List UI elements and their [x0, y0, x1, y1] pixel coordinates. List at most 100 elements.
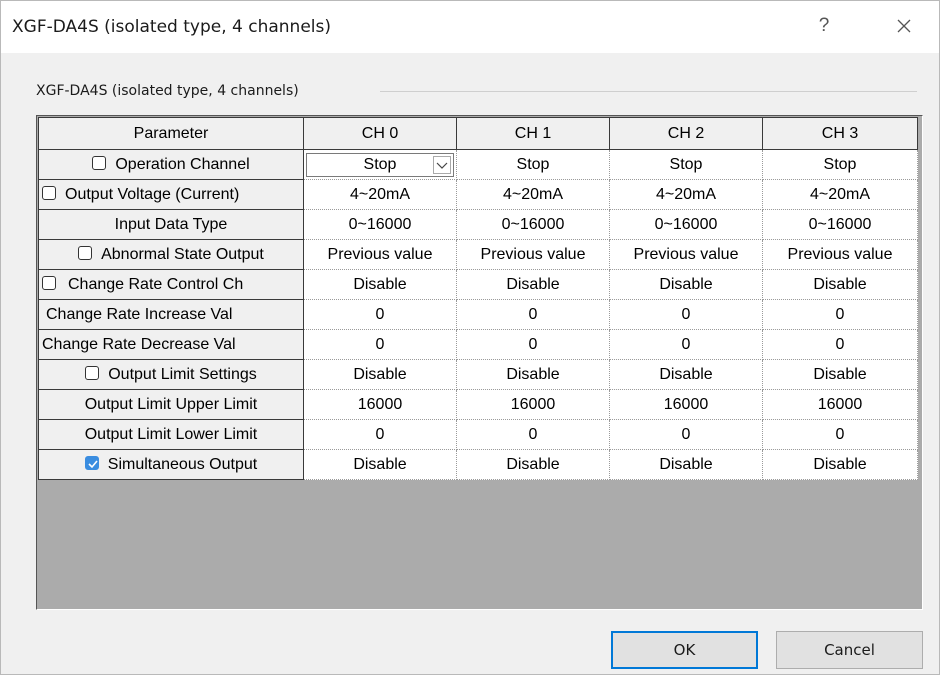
cell-ch3[interactable]: 0	[762, 329, 918, 360]
cell-ch1[interactable]: Previous value	[456, 239, 610, 270]
row-label: Operation Channel	[115, 155, 250, 173]
close-icon	[897, 19, 911, 33]
table-row: Change Rate Decrease Val 0 0 0 0	[38, 329, 918, 360]
table-row: Abnormal State Output Previous value Pre…	[38, 239, 918, 270]
cell-ch0[interactable]: Disable	[303, 359, 457, 390]
table-row: Input Data Type 0~16000 0~16000 0~16000 …	[38, 209, 918, 240]
window-title: XGF-DA4S (isolated type, 4 channels)	[12, 17, 331, 37]
operation-channel-checkbox[interactable]	[92, 156, 107, 171]
cell-ch2[interactable]: 0~16000	[609, 209, 763, 240]
table-row: Output Voltage (Current) 4~20mA 4~20mA 4…	[38, 179, 918, 210]
cell-ch1[interactable]: 0	[456, 299, 610, 330]
dropdown-value: Stop	[363, 155, 397, 173]
row-header-operation-channel[interactable]: Operation Channel	[38, 149, 304, 180]
cell-ch2[interactable]: Disable	[609, 359, 763, 390]
cell-ch0[interactable]: 4~20mA	[303, 179, 457, 210]
row-header-change-rate-increase: Change Rate Increase Val	[38, 299, 304, 330]
cell-ch2[interactable]: Disable	[609, 449, 763, 480]
cell-ch2[interactable]: 16000	[609, 389, 763, 420]
cell-ch3[interactable]: Disable	[762, 269, 918, 300]
cell-ch2[interactable]: 0	[609, 329, 763, 360]
cell-ch2[interactable]: 4~20mA	[609, 179, 763, 210]
cell-ch3[interactable]: 0	[762, 299, 918, 330]
dialog-window: XGF-DA4S (isolated type, 4 channels) ? X…	[0, 0, 940, 675]
parameter-grid: Parameter CH 0 CH 1 CH 2 CH 3 Operation …	[38, 117, 918, 480]
cell-ch3[interactable]: Disable	[762, 359, 918, 390]
group-box-label: XGF-DA4S (isolated type, 4 channels)	[36, 83, 299, 99]
cell-ch0[interactable]: Disable	[303, 269, 457, 300]
column-header-ch3: CH 3	[762, 117, 918, 150]
cell-ch0[interactable]: 0	[303, 299, 457, 330]
cell-ch3[interactable]: Stop	[762, 149, 918, 180]
cell-ch3[interactable]: 0~16000	[762, 209, 918, 240]
cell-ch0[interactable]: 0	[303, 419, 457, 450]
operation-channel-ch0-dropdown[interactable]: Stop	[306, 152, 454, 177]
cell-ch0[interactable]: 16000	[303, 389, 457, 420]
abnormal-state-output-checkbox[interactable]	[78, 246, 93, 261]
cell-ch1[interactable]: 16000	[456, 389, 610, 420]
cell-ch2[interactable]: Previous value	[609, 239, 763, 270]
row-header-change-rate-control[interactable]: Change Rate Control Ch	[38, 269, 304, 300]
group-box-divider	[380, 91, 917, 92]
cell-ch0[interactable]: 0~16000	[303, 209, 457, 240]
cell-ch1[interactable]: Disable	[456, 269, 610, 300]
row-header-input-data-type: Input Data Type	[38, 209, 304, 240]
title-bar: XGF-DA4S (isolated type, 4 channels) ?	[1, 1, 939, 53]
row-header-output-limit-upper: Output Limit Upper Limit	[38, 389, 304, 420]
column-header-parameter: Parameter	[38, 117, 304, 150]
table-row: Change Rate Control Ch Disable Disable D…	[38, 269, 918, 300]
cell-ch2[interactable]: Stop	[609, 149, 763, 180]
column-header-ch1: CH 1	[456, 117, 610, 150]
row-header-output-voltage[interactable]: Output Voltage (Current)	[38, 179, 304, 210]
table-row: Output Limit Settings Disable Disable Di…	[38, 359, 918, 390]
row-label: Output Voltage (Current)	[65, 185, 240, 203]
row-header-abnormal-state-output[interactable]: Abnormal State Output	[38, 239, 304, 270]
cancel-button[interactable]: Cancel	[776, 631, 923, 669]
column-header-ch2: CH 2	[609, 117, 763, 150]
table-row: Output Limit Lower Limit 0 0 0 0	[38, 419, 918, 450]
row-label: Output Limit Settings	[108, 365, 257, 383]
checkmark-icon	[88, 460, 98, 469]
table-row: Simultaneous Output Disable Disable Disa…	[38, 449, 918, 480]
cell-ch2[interactable]: 0	[609, 299, 763, 330]
cell-ch1[interactable]: 0	[456, 329, 610, 360]
cell-ch0[interactable]: Disable	[303, 449, 457, 480]
row-header-output-limit-lower: Output Limit Lower Limit	[38, 419, 304, 450]
cell-ch1[interactable]: 0~16000	[456, 209, 610, 240]
output-limit-settings-checkbox[interactable]	[85, 366, 100, 381]
close-button[interactable]	[881, 9, 927, 43]
cell-ch3[interactable]: 16000	[762, 389, 918, 420]
cell-ch1[interactable]: Disable	[456, 359, 610, 390]
cell-ch0[interactable]: Stop	[303, 149, 457, 180]
cell-ch1[interactable]: 4~20mA	[456, 179, 610, 210]
cell-ch3[interactable]: Disable	[762, 449, 918, 480]
cell-ch0[interactable]: Previous value	[303, 239, 457, 270]
cell-ch2[interactable]: 0	[609, 419, 763, 450]
grid-header-row: Parameter CH 0 CH 1 CH 2 CH 3	[38, 117, 918, 150]
simultaneous-output-checkbox[interactable]	[84, 456, 99, 471]
cell-ch2[interactable]: Disable	[609, 269, 763, 300]
row-label: Abnormal State Output	[101, 245, 264, 263]
chevron-down-icon	[436, 162, 448, 169]
row-header-output-limit-settings[interactable]: Output Limit Settings	[38, 359, 304, 390]
row-label: Simultaneous Output	[107, 455, 258, 473]
table-row: Operation Channel Stop Stop Stop Stop	[38, 149, 918, 180]
cell-ch3[interactable]: Previous value	[762, 239, 918, 270]
row-header-change-rate-decrease: Change Rate Decrease Val	[38, 329, 304, 360]
cell-ch1[interactable]: Disable	[456, 449, 610, 480]
cell-ch0[interactable]: 0	[303, 329, 457, 360]
row-label: Change Rate Control Ch	[68, 275, 244, 293]
cell-ch3[interactable]: 4~20mA	[762, 179, 918, 210]
cell-ch1[interactable]: 0	[456, 419, 610, 450]
cell-ch3[interactable]: 0	[762, 419, 918, 450]
table-row: Output Limit Upper Limit 16000 16000 160…	[38, 389, 918, 420]
table-row: Change Rate Increase Val 0 0 0 0	[38, 299, 918, 330]
dropdown-arrow-button[interactable]	[433, 155, 451, 174]
change-rate-control-checkbox[interactable]	[42, 276, 56, 291]
column-header-ch0: CH 0	[303, 117, 457, 150]
row-header-simultaneous-output[interactable]: Simultaneous Output	[38, 449, 304, 480]
help-button[interactable]: ?	[801, 9, 847, 43]
ok-button[interactable]: OK	[611, 631, 758, 669]
cell-ch1[interactable]: Stop	[456, 149, 610, 180]
output-voltage-checkbox[interactable]	[42, 186, 56, 201]
